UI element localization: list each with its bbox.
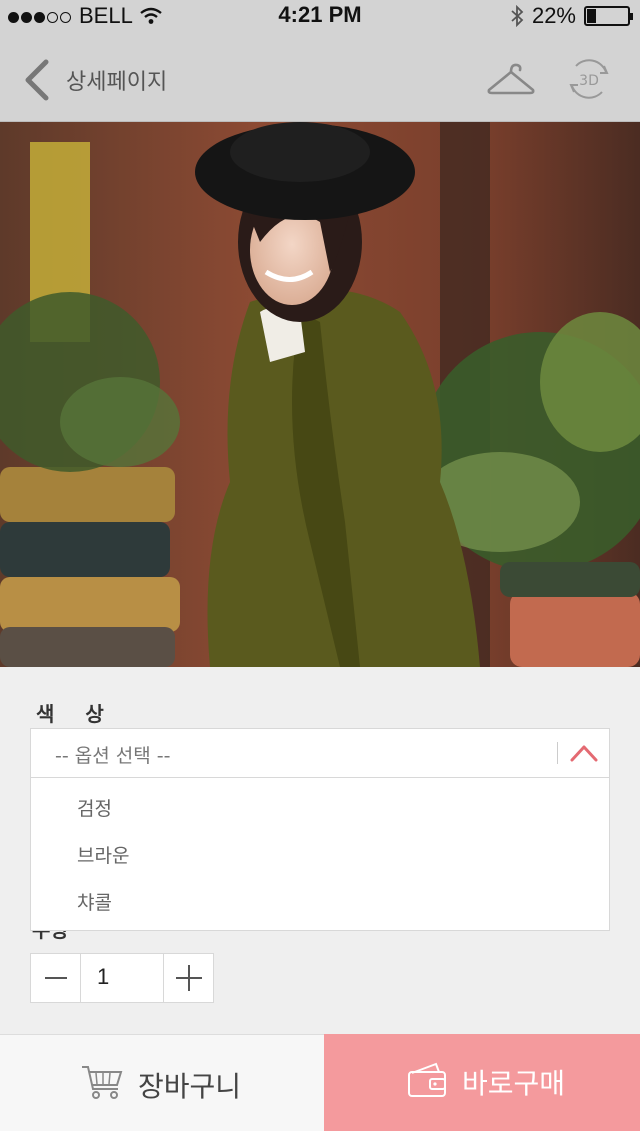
page-title: 상세페이지	[66, 70, 168, 95]
hanger-icon[interactable]	[486, 60, 536, 100]
navigation-bar: 상세페이지 3D	[0, 30, 640, 122]
bluetooth-icon	[511, 5, 524, 27]
quantity-stepper: 1	[30, 953, 214, 1003]
list-item[interactable]: 챠콜	[77, 888, 112, 915]
list-item[interactable]: 브라운	[77, 841, 129, 868]
status-right: 22%	[510, 3, 633, 29]
color-select[interactable]: -- 옵션 선택 --	[30, 728, 610, 778]
color-options-list: 검정 브라운 챠콜	[30, 778, 610, 931]
select-placeholder: -- 옵션 선택 --	[55, 745, 171, 767]
decrease-button[interactable]	[31, 954, 81, 1002]
minus-icon	[45, 977, 67, 979]
battery-icon	[584, 6, 633, 26]
plus-icon	[176, 965, 202, 991]
bottom-action-bar: 장바구니 바로구매	[0, 1034, 640, 1131]
add-to-cart-button[interactable]: 장바구니	[0, 1034, 324, 1131]
list-item[interactable]: 검정	[77, 794, 112, 821]
select-divider	[557, 742, 558, 764]
product-image	[0, 122, 640, 667]
chevron-up-icon[interactable]	[569, 741, 599, 765]
quantity-value[interactable]: 1	[97, 964, 109, 990]
cart-label: 장바구니	[138, 1070, 242, 1103]
battery-percent: 22%	[531, 3, 576, 28]
cart-icon	[82, 1066, 123, 1099]
3d-label: 3D	[579, 73, 599, 89]
3d-rotate-icon[interactable]: 3D	[566, 56, 612, 102]
wallet-icon	[408, 1062, 446, 1097]
buy-now-button[interactable]: 바로구매	[324, 1034, 640, 1131]
chevron-left-icon[interactable]	[22, 58, 52, 102]
color-option-label: 색 상	[36, 702, 116, 726]
increase-button[interactable]	[163, 954, 213, 1002]
buy-label: 바로구매	[462, 1067, 566, 1100]
status-bar: BELL 4:21 PM 22%	[0, 0, 640, 30]
